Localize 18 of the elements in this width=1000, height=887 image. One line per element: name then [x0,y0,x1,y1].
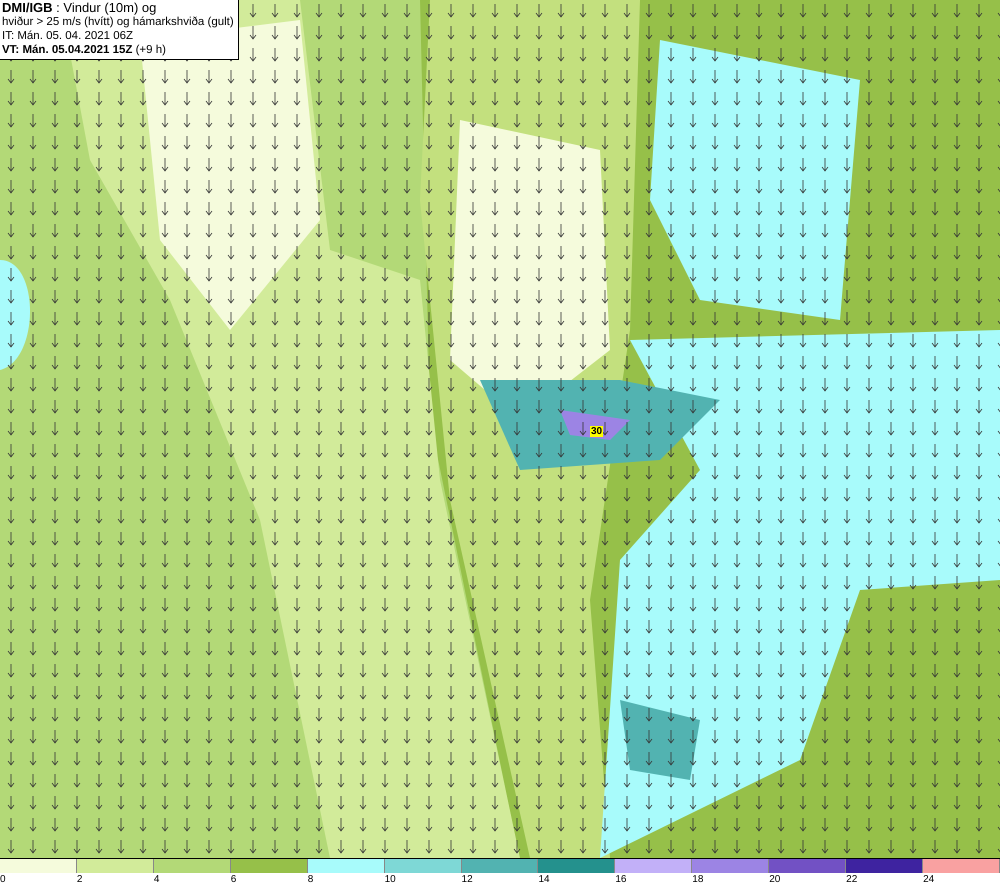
legend-tick-label: 4 [154,873,160,886]
map-caption-line: VT: Mán. 05.04.2021 15Z (+9 h) [2,43,167,57]
legend-tick-label: 6 [230,873,236,886]
legend-tick-label: 22 [846,873,858,886]
gust-value-label: 30 [590,426,604,437]
legend-tick-label: 24 [923,873,934,886]
legend-tick-label: 16 [615,873,626,886]
legend-tick-label: 8 [308,873,314,886]
legend-tick-label: 14 [538,873,550,886]
map-caption-line: IT: Mán. 05. 04. 2021 06Z [2,29,134,43]
map-caption-line: DMI/IGB : Vindur (10m) og [2,1,158,15]
legend-tick-label: 12 [462,873,473,886]
legend-tick-label: 10 [384,873,396,886]
legend-tick-label: 0 [0,873,6,886]
legend-tick-label: 2 [76,873,82,886]
legend-tick-label: 18 [692,873,704,886]
legend-tick-label: 20 [769,873,780,886]
map-caption-line: hviður > 25 m/s (hvítt) og hámarkshviða (gult) [2,15,234,29]
